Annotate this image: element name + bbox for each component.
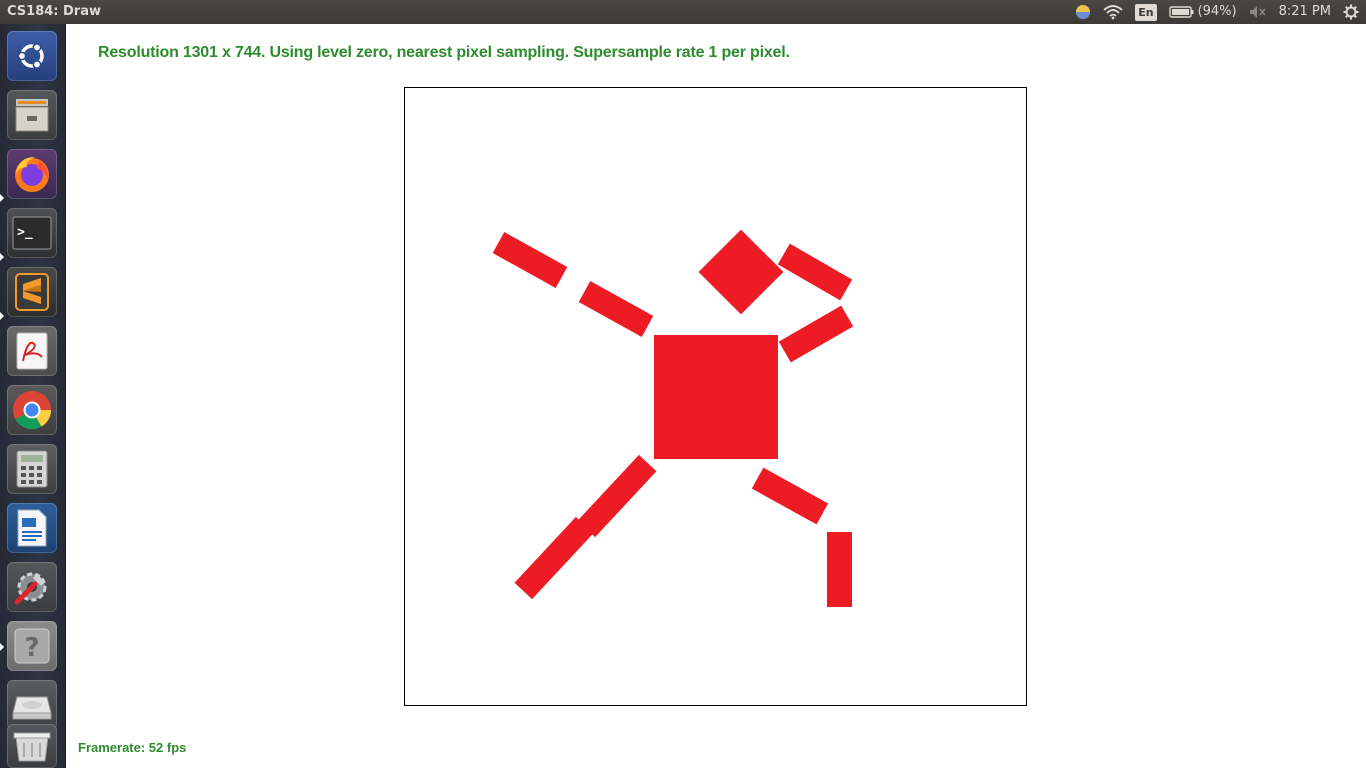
settings-tools-icon (14, 572, 47, 605)
wifi-icon[interactable] (1103, 0, 1123, 24)
figure-right-upper-leg (751, 467, 829, 525)
figure-right-upper-arm (778, 305, 854, 363)
window-title: CS184: Draw (7, 4, 101, 19)
settings-gear-icon[interactable] (1343, 0, 1359, 24)
battery-indicator[interactable]: (94%) (1168, 0, 1237, 24)
svg-text:?: ? (24, 633, 39, 663)
pdf-viewer-icon (16, 332, 48, 370)
firefox-icon (15, 157, 49, 192)
figure-right-lower-leg (827, 532, 852, 607)
file-cabinet-icon (15, 99, 49, 132)
launcher-item-help[interactable]: ? (7, 621, 57, 671)
terminal-icon: >_ (12, 216, 52, 250)
launcher-item-drive[interactable] (7, 680, 57, 730)
chrome-icon (13, 391, 52, 430)
figure-head (698, 229, 784, 315)
figure-left-lower-arm (492, 232, 568, 288)
volume-muted-icon[interactable] (1249, 0, 1267, 24)
battery-icon (1168, 6, 1194, 18)
ubuntu-logo-icon (17, 43, 44, 69)
figure-left-upper-arm (578, 281, 654, 337)
launcher-item-trash[interactable] (7, 724, 57, 768)
launcher-item-system-settings[interactable] (7, 562, 57, 612)
svg-text:>_: >_ (17, 225, 33, 240)
night-light-icon[interactable] (1075, 0, 1091, 24)
calculator-icon (16, 450, 48, 488)
figure-left-upper-leg (577, 454, 657, 538)
drive-icon (12, 696, 52, 720)
launcher-item-calculator[interactable] (7, 444, 57, 494)
battery-percentage: (94%) (1197, 4, 1237, 19)
language-label: En (1135, 3, 1157, 21)
launcher-item-chrome[interactable] (7, 385, 57, 435)
launcher-item-terminal[interactable]: >_ (7, 208, 57, 258)
status-text: Resolution 1301 x 744. Using level zero,… (98, 44, 790, 61)
launcher-item-firefox[interactable] (7, 149, 57, 199)
writer-icon (17, 509, 47, 547)
framerate-text: Framerate: 52 fps (78, 740, 187, 755)
launcher-item-files[interactable] (7, 90, 57, 140)
figure-right-lower-arm (777, 243, 853, 301)
launcher-item-sublime-text[interactable] (7, 267, 57, 317)
figure-torso (654, 335, 778, 459)
launcher: >_ ? (0, 24, 66, 768)
launcher-item-document-viewer[interactable] (7, 326, 57, 376)
launcher-item-libreoffice-writer[interactable] (7, 503, 57, 553)
help-icon: ? (14, 628, 50, 664)
trash-icon (13, 732, 51, 762)
sublime-icon (15, 273, 49, 311)
drawing-canvas[interactable] (404, 87, 1027, 706)
figure-left-lower-leg (514, 516, 594, 600)
clock[interactable]: 8:21 PM (1279, 0, 1331, 24)
system-tray: En (94%) 8:21 PM (1075, 0, 1366, 24)
launcher-item-ubuntu-dash[interactable] (7, 31, 57, 81)
keyboard-language-indicator[interactable]: En (1135, 0, 1157, 24)
top-panel: CS184: Draw En (94%) 8:21 PM (0, 0, 1366, 24)
stick-figure (492, 229, 854, 607)
